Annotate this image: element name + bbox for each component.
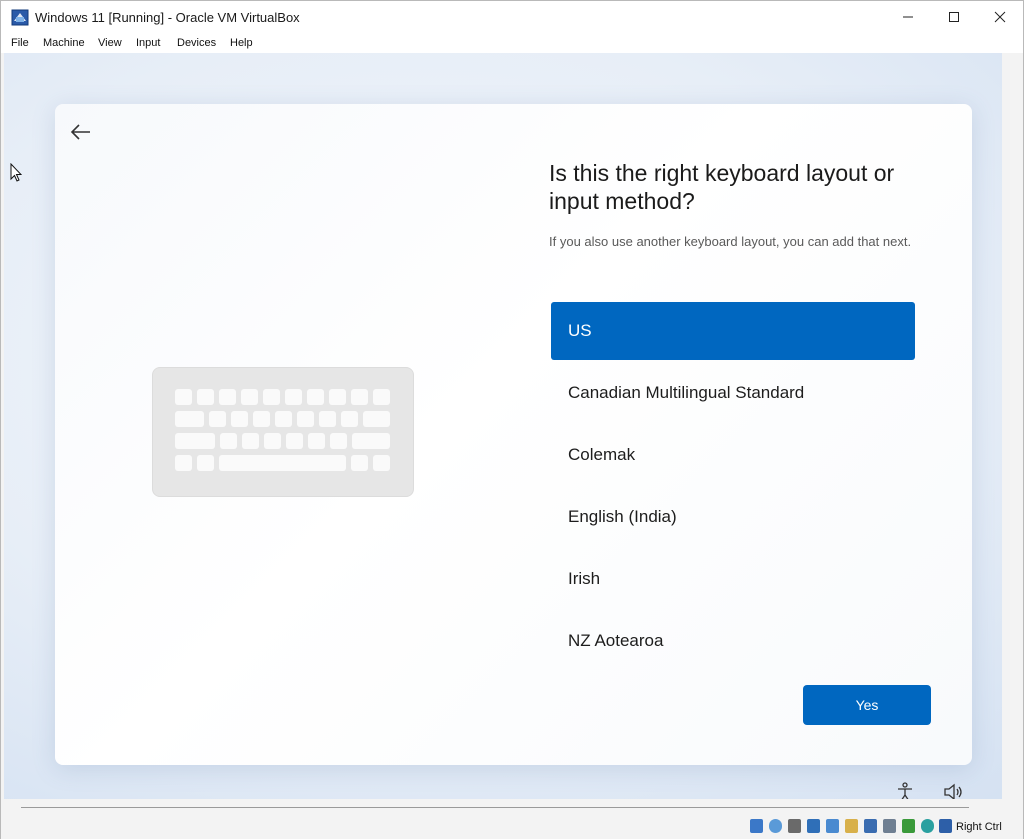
- usb-icon[interactable]: [826, 819, 839, 833]
- back-button[interactable]: [67, 118, 95, 146]
- vm-display[interactable]: Is this the right keyboard layout or inp…: [4, 53, 1002, 799]
- menu-help[interactable]: Help: [230, 37, 253, 49]
- layout-option-canadian-multilingual[interactable]: Canadian Multilingual Standard: [551, 364, 915, 422]
- cpu-icon[interactable]: [902, 819, 915, 833]
- display-icon[interactable]: [864, 819, 877, 833]
- host-key-label: Right Ctrl: [956, 821, 1002, 833]
- arrow-left-icon: [70, 124, 90, 140]
- optical-drive-icon[interactable]: [769, 819, 782, 833]
- keyboard-capture-icon[interactable]: [939, 819, 952, 833]
- setup-card: Is this the right keyboard layout or inp…: [55, 104, 972, 765]
- shared-folder-icon[interactable]: [845, 819, 858, 833]
- layout-option-colemak[interactable]: Colemak: [551, 426, 915, 484]
- status-bar: Right Ctrl: [1, 815, 1023, 839]
- window-title: Windows 11 [Running] - Oracle VM Virtual…: [35, 10, 300, 25]
- minimize-button[interactable]: [885, 1, 931, 33]
- layout-option-nz-aotearoa[interactable]: NZ Aotearoa: [551, 612, 915, 670]
- layout-option-irish[interactable]: Irish: [551, 550, 915, 608]
- mouse-integration-icon[interactable]: [921, 819, 934, 833]
- minimize-icon: [903, 16, 913, 18]
- maximize-button[interactable]: [931, 1, 977, 33]
- accessibility-icon[interactable]: [894, 781, 916, 799]
- virtualbox-window: Windows 11 [Running] - Oracle VM Virtual…: [0, 0, 1024, 839]
- hard-disk-icon[interactable]: [750, 819, 763, 833]
- recording-icon[interactable]: [883, 819, 896, 833]
- menu-devices[interactable]: Devices: [177, 37, 216, 49]
- page-subtitle: If you also use another keyboard layout,…: [549, 234, 912, 249]
- audio-icon[interactable]: [788, 819, 801, 833]
- menu-bar: File Machine View Input Devices Help: [1, 35, 1023, 53]
- network-icon[interactable]: [807, 819, 820, 833]
- close-icon: [994, 11, 1006, 23]
- mouse-cursor-icon: [10, 163, 22, 182]
- horizontal-scrollbar[interactable]: [21, 807, 969, 808]
- menu-file[interactable]: File: [11, 37, 29, 49]
- keyboard-illustration: [152, 367, 414, 497]
- menu-machine[interactable]: Machine: [43, 37, 85, 49]
- maximize-icon: [949, 12, 959, 22]
- virtualbox-icon: [11, 9, 29, 26]
- volume-icon[interactable]: [942, 781, 964, 799]
- menu-input[interactable]: Input: [136, 37, 160, 49]
- yes-button[interactable]: Yes: [803, 685, 931, 725]
- layout-option-us[interactable]: US: [551, 302, 915, 360]
- page-title: Is this the right keyboard layout or inp…: [549, 160, 895, 214]
- menu-view[interactable]: View: [98, 37, 122, 49]
- title-bar[interactable]: Windows 11 [Running] - Oracle VM Virtual…: [1, 1, 1023, 35]
- layout-option-english-india[interactable]: English (India): [551, 488, 915, 546]
- close-button[interactable]: [977, 1, 1023, 33]
